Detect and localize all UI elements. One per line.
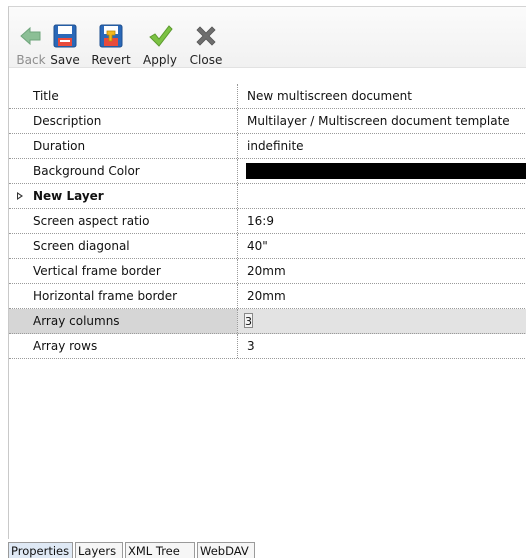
property-value-array-columns[interactable]: 3: [237, 309, 526, 333]
close-button[interactable]: Close: [185, 17, 227, 67]
tab-xml-tree[interactable]: XML Tree: [125, 542, 195, 558]
group-value: [237, 184, 526, 208]
tab-properties[interactable]: Properties: [8, 542, 73, 558]
property-row-horizontal-frame-border[interactable]: Horizontal frame border 20mm: [9, 284, 526, 309]
back-label: Back: [16, 53, 46, 67]
tab-webdav[interactable]: WebDAV: [197, 542, 255, 558]
save-button[interactable]: Save: [47, 17, 83, 67]
array-columns-editor[interactable]: 3: [244, 313, 253, 328]
apply-label: Apply: [143, 53, 177, 67]
property-value-screen-aspect-ratio[interactable]: 16:9: [237, 209, 526, 233]
property-row-duration[interactable]: Duration indefinite: [9, 134, 526, 159]
property-row-description[interactable]: Description Multilayer / Multiscreen doc…: [9, 109, 526, 134]
checkmark-icon: [149, 25, 173, 47]
revert-label: Revert: [91, 53, 131, 67]
back-arrow-icon: [20, 26, 41, 46]
close-x-icon: [196, 26, 216, 46]
property-row-screen-aspect-ratio[interactable]: Screen aspect ratio 16:9: [9, 209, 526, 234]
property-value-horizontal-frame-border[interactable]: 20mm: [237, 284, 526, 308]
property-label: Screen aspect ratio: [33, 214, 150, 228]
property-grid: Title New multiscreen document Descripti…: [9, 84, 526, 359]
property-label: Vertical frame border: [33, 264, 161, 278]
revert-disk-icon: [99, 24, 123, 48]
apply-button[interactable]: Apply: [137, 17, 183, 67]
property-label: Title: [33, 89, 59, 103]
toolbar: Back Save Revert Apply Close: [9, 7, 526, 68]
property-value-screen-diagonal[interactable]: 40": [237, 234, 526, 258]
property-group-new-layer[interactable]: New Layer: [9, 184, 526, 209]
property-value-array-rows[interactable]: 3: [237, 334, 526, 358]
save-label: Save: [50, 53, 80, 67]
property-row-vertical-frame-border[interactable]: Vertical frame border 20mm: [9, 259, 526, 284]
close-label: Close: [189, 53, 223, 67]
property-row-title[interactable]: Title New multiscreen document: [9, 84, 526, 109]
property-label: Description: [33, 114, 102, 128]
property-row-background-color[interactable]: Background Color: [9, 159, 526, 184]
property-row-screen-diagonal[interactable]: Screen diagonal 40": [9, 234, 526, 259]
color-swatch[interactable]: [246, 163, 526, 179]
property-label: Background Color: [33, 164, 140, 178]
back-button[interactable]: Back: [15, 17, 47, 67]
property-row-array-columns[interactable]: Array columns 3: [9, 309, 526, 334]
property-label: Duration: [33, 139, 86, 153]
property-value-description[interactable]: Multilayer / Multiscreen document templa…: [237, 109, 526, 133]
property-value-duration[interactable]: indefinite: [237, 134, 526, 158]
property-label: Array rows: [33, 339, 98, 353]
property-label: Horizontal frame border: [33, 289, 178, 303]
property-value-vertical-frame-border[interactable]: 20mm: [237, 259, 526, 283]
tab-layers[interactable]: Layers: [75, 542, 123, 558]
properties-panel: Back Save Revert Apply Close Title New m…: [8, 6, 526, 539]
property-label: Array columns: [33, 314, 120, 328]
group-label: New Layer: [33, 189, 104, 203]
revert-button[interactable]: Revert: [85, 17, 137, 67]
property-value-title[interactable]: New multiscreen document: [237, 84, 526, 108]
property-value-background-color[interactable]: [237, 159, 526, 183]
property-row-array-rows[interactable]: Array rows 3: [9, 334, 526, 359]
property-label: Screen diagonal: [33, 239, 130, 253]
floppy-disk-icon: [53, 24, 77, 48]
